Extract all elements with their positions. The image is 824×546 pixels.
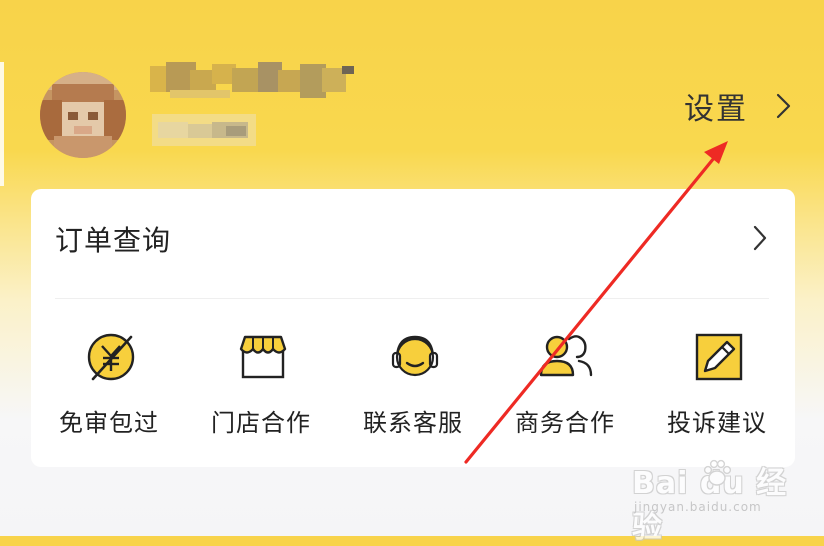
watermark-url: jingyan.baidu.com xyxy=(634,500,762,514)
chevron-right-icon xyxy=(753,225,767,251)
settings-label: 设置 xyxy=(684,92,748,127)
action-item-complaint[interactable]: 投诉建议 xyxy=(647,319,787,449)
user-subtitle-blurred xyxy=(152,114,256,146)
pencil-square-icon xyxy=(695,333,743,381)
avatar[interactable] xyxy=(40,72,126,158)
store-icon xyxy=(239,335,287,379)
paw-logo-icon xyxy=(703,459,732,486)
action-item-free-approval[interactable]: 免审包过 xyxy=(39,319,179,449)
order-query-row[interactable]: 订单查询 xyxy=(31,189,795,299)
order-query-label: 订单查询 xyxy=(55,224,172,257)
watermark: Bai du 经验 jingyan.baidu.com xyxy=(632,444,792,545)
divider xyxy=(55,298,769,299)
action-grid: 免审包过 门店合作 联系客服 商务合作 投诉建议 xyxy=(31,319,795,449)
action-label: 投诉建议 xyxy=(667,409,767,437)
service-card: 订单查询 免审包过 门店合作 联系客服 商务合作 投诉建议 xyxy=(31,189,795,467)
left-edge-strip xyxy=(0,62,4,186)
action-label: 门店合作 xyxy=(211,409,311,437)
yuan-slash-icon xyxy=(87,333,135,381)
action-label: 商务合作 xyxy=(515,409,615,437)
settings-button[interactable]: 设置 xyxy=(684,84,794,128)
action-label: 免审包过 xyxy=(59,409,159,437)
action-label: 联系客服 xyxy=(363,409,463,437)
username-blurred xyxy=(150,62,354,98)
headset-icon xyxy=(391,335,439,377)
action-item-store-partner[interactable]: 门店合作 xyxy=(191,319,331,449)
people-icon xyxy=(539,335,593,377)
action-item-customer-service[interactable]: 联系客服 xyxy=(343,319,483,449)
chevron-right-icon xyxy=(776,93,791,119)
action-item-business-partner[interactable]: 商务合作 xyxy=(495,319,635,449)
